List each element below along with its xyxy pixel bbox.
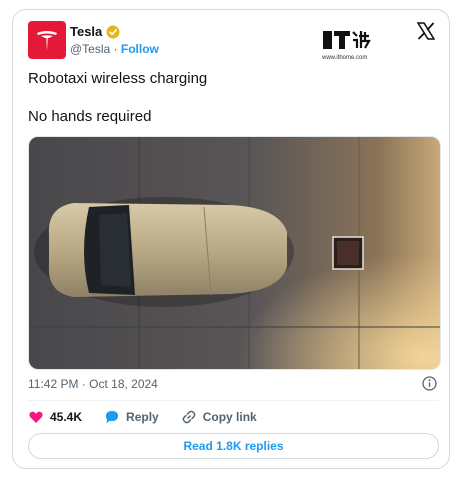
reply-label: Reply <box>126 410 159 424</box>
post-text-line-1: Robotaxi wireless charging <box>28 70 208 87</box>
tesla-logo-icon <box>37 31 57 51</box>
reply-bubble-icon <box>106 411 119 424</box>
action-bar: 45.4K Reply Copy link <box>28 409 279 425</box>
verified-badge-icon <box>106 25 120 38</box>
divider <box>28 400 439 401</box>
author-name-row: Tesla <box>70 24 120 39</box>
read-replies-button[interactable]: Read 1.8K replies <box>28 433 439 459</box>
author-handle-row: @Tesla · Follow <box>70 42 159 56</box>
copy-link-button[interactable]: Copy link <box>181 409 257 425</box>
info-icon[interactable] <box>422 376 437 391</box>
post-text-line-2: No hands required <box>28 108 152 125</box>
handle-separator: · <box>113 42 118 56</box>
ithome-watermark-logo: www.ithome.com <box>321 31 371 61</box>
copy-link-label: Copy link <box>202 410 257 424</box>
avatar[interactable] <box>28 21 66 59</box>
post-video[interactable] <box>28 136 441 370</box>
like-count: 45.4K <box>50 410 83 424</box>
tweet-card: Tesla @Tesla · Follow www.ithome.com Rob… <box>12 9 450 469</box>
follow-button[interactable]: Follow <box>121 42 159 56</box>
author-name[interactable]: Tesla <box>70 24 102 39</box>
heart-icon <box>29 411 43 423</box>
watermark-site: www.ithome.com <box>321 55 367 61</box>
link-icon <box>182 410 196 424</box>
reply-button[interactable]: Reply <box>104 409 159 425</box>
like-button[interactable]: 45.4K <box>28 409 82 425</box>
x-logo-icon[interactable] <box>417 22 435 40</box>
author-handle[interactable]: @Tesla <box>70 42 110 56</box>
video-frame-image <box>29 137 440 369</box>
post-timestamp[interactable]: 11:42 PM · Oct 18, 2024 <box>28 377 158 391</box>
